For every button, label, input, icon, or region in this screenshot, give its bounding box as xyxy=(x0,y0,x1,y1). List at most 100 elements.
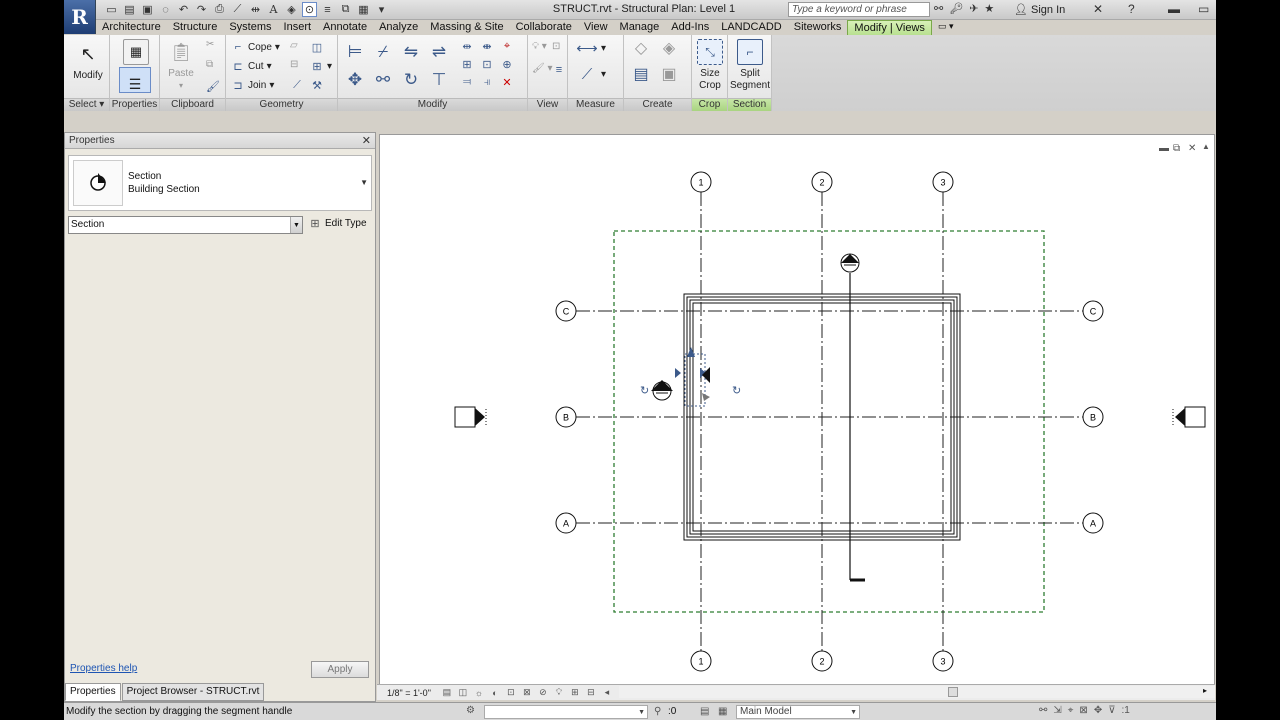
grid-bubble-left-A[interactable]: A xyxy=(555,512,577,534)
move-icon[interactable]: ✥ xyxy=(344,69,366,91)
grid-bubble-left-B[interactable]: B xyxy=(555,406,577,428)
match-properties-icon[interactable]: 🖌︎ xyxy=(206,79,220,93)
drag-elements-icon[interactable]: ✥ xyxy=(1094,705,1102,716)
copy-element-icon[interactable]: ⚯ xyxy=(372,69,394,91)
grid-bubble-right-A[interactable]: A xyxy=(1082,512,1104,534)
linework-icon[interactable]: ≡ xyxy=(552,63,566,77)
close-icon[interactable]: ✕ xyxy=(362,134,371,147)
offset-icon[interactable]: ⌿ xyxy=(372,41,394,63)
hammer-icon[interactable]: ⚒︎ xyxy=(310,78,324,92)
type-dropdown-icon[interactable]: ▼ xyxy=(360,178,368,187)
split-gap-icon[interactable]: ⇼ xyxy=(480,39,494,53)
select-by-face-icon[interactable]: ⊠ xyxy=(1079,705,1087,716)
filter-icon[interactable]: ⊽ xyxy=(1108,705,1115,716)
visual-style-icon[interactable]: ◫ xyxy=(457,687,469,698)
print-icon[interactable]: ⎙ xyxy=(212,2,227,17)
tab-architecture[interactable]: Architecture xyxy=(96,20,167,35)
pin-icon[interactable]: ⊕ xyxy=(500,57,514,71)
design-option-select[interactable]: Main Model ▼ xyxy=(736,705,860,719)
selected-section-marker[interactable]: ↻ ↻ xyxy=(640,347,741,407)
tab-modify-views[interactable]: Modify | Views xyxy=(847,20,932,35)
ribbon-minimize-toggle[interactable]: ▭ ▾ xyxy=(932,20,960,35)
unpin-icon[interactable]: ⌖ xyxy=(500,39,514,53)
apply-button[interactable]: Apply xyxy=(311,661,369,678)
tab-landcadd[interactable]: LANDCADD xyxy=(715,20,788,35)
help-icon[interactable]: ? xyxy=(1128,2,1135,16)
grid-bubble-bottom-1[interactable]: 1 xyxy=(690,650,712,672)
worksharing-icon[interactable]: ⊞ xyxy=(569,687,581,698)
design-options-icon[interactable]: ▦ xyxy=(718,706,727,717)
aligned-dimension-icon[interactable]: ⟋ ▾ xyxy=(576,66,606,83)
tab-siteworks[interactable]: Siteworks xyxy=(788,20,848,35)
measure-icon[interactable]: ⟋ xyxy=(230,2,245,17)
minimize-icon[interactable]: ▬ xyxy=(1168,2,1180,16)
demolish-icon[interactable]: ⟋ xyxy=(290,78,304,92)
tab-add-ins[interactable]: Add-Ins xyxy=(665,20,715,35)
size-crop-button[interactable]: ⤡ Size Crop xyxy=(694,39,726,92)
tab-manage[interactable]: Manage xyxy=(614,20,666,35)
mirror-draw-icon[interactable]: ⇌ xyxy=(428,41,450,63)
create-parts-icon[interactable]: ◈ xyxy=(658,40,680,57)
tab-annotate[interactable]: Annotate xyxy=(317,20,373,35)
paste-button[interactable]: 📋︎ Paste ▾ xyxy=(166,39,196,92)
cope-button[interactable]: ⌐ Cope ▾ xyxy=(231,40,280,54)
select-pinned-icon[interactable]: ⌖ xyxy=(1068,705,1074,716)
plan-view[interactable]: ▬ ⧉ ✕ ▲ 1 2 3 1 2 3 C B A C B A ↻ ↻ xyxy=(380,135,1214,685)
scroll-thumb[interactable] xyxy=(948,687,958,697)
tab-insert[interactable]: Insert xyxy=(278,20,318,35)
selection-filter-icon[interactable]: ⚲ xyxy=(654,706,661,717)
undo-icon[interactable]: ↶ xyxy=(176,2,191,17)
close-hidden-icon[interactable]: ⧉ xyxy=(338,2,353,17)
grid-bubble-bottom-3[interactable]: 3 xyxy=(932,650,954,672)
paint-icon[interactable]: ⊟ xyxy=(290,59,298,70)
communication-icon[interactable]: ✈︎ xyxy=(969,2,978,15)
wall-joins-icon[interactable]: ▱ xyxy=(290,40,298,51)
grid-bubble-top-1[interactable]: 1 xyxy=(690,171,712,193)
measure-between-icon[interactable]: ⟷ ▾ xyxy=(576,40,606,57)
tab-systems[interactable]: Systems xyxy=(223,20,277,35)
tab-analyze[interactable]: Analyze xyxy=(373,20,424,35)
select-underlay-icon[interactable]: ⇲ xyxy=(1053,705,1061,716)
tab-view[interactable]: View xyxy=(578,20,614,35)
modify-button[interactable]: ↖ Modify xyxy=(70,41,106,82)
thin-lines-icon[interactable]: ≡ xyxy=(320,2,335,17)
section-tool-icon[interactable]: ⊙ xyxy=(302,2,317,17)
crop-view-icon[interactable]: ⊡ xyxy=(505,687,517,698)
trim-extend-icon[interactable]: ⊤ xyxy=(428,69,450,91)
create-similar-icon[interactable]: ▣ xyxy=(658,66,680,83)
edit-type-button[interactable]: ⊞ Edit Type xyxy=(308,216,366,230)
create-assembly-icon[interactable]: ◇ xyxy=(630,40,652,57)
copy-icon[interactable]: ⧉ xyxy=(206,59,213,70)
create-group-icon[interactable]: ▤ xyxy=(630,66,652,83)
tab-massing-site[interactable]: Massing & Site xyxy=(424,20,509,35)
analytical-model-icon[interactable]: ⊟ xyxy=(585,687,597,698)
hide-in-view-icon[interactable]: 💡︎ ▾ xyxy=(532,41,547,52)
trim-multiple-icon[interactable]: ⫤ xyxy=(460,75,474,89)
grid-bubble-top-2[interactable]: 2 xyxy=(811,171,833,193)
split-element-icon[interactable]: ⇹ xyxy=(460,39,474,53)
open-folder-icon[interactable]: ▤ xyxy=(122,2,137,17)
join-button[interactable]: ⊐ Join ▾ xyxy=(231,78,274,92)
sun-path-icon[interactable]: ☼ xyxy=(473,687,485,698)
exchange-icon[interactable]: ✕ xyxy=(1093,2,1103,16)
sign-in-button[interactable]: 👤︎ Sign In xyxy=(1014,3,1065,16)
grid-bubble-bottom-2[interactable]: 2 xyxy=(811,650,833,672)
override-graphics-icon[interactable]: 🖌︎ ▾ xyxy=(532,63,553,74)
properties-button[interactable]: ☰ xyxy=(119,67,151,93)
type-selector[interactable]: Section Building Section ▼ xyxy=(68,155,372,211)
application-menu-button[interactable]: R xyxy=(64,0,96,34)
properties-help-link[interactable]: Properties help xyxy=(70,663,137,674)
tab-structure[interactable]: Structure xyxy=(167,20,224,35)
cut-clipboard-icon[interactable]: ✂ xyxy=(206,39,214,50)
detail-level-icon[interactable]: ▤ xyxy=(441,687,453,698)
workset-icon[interactable]: ⚙︎ xyxy=(466,705,475,716)
delete-icon[interactable]: ✕ xyxy=(500,75,514,89)
switch-windows-icon[interactable]: ▦ xyxy=(356,2,371,17)
tab-project-browser[interactable]: Project Browser - STRUCT.rvt xyxy=(121,683,265,701)
view-tool-1-icon[interactable]: ⊡ xyxy=(552,41,560,52)
grid-bubble-top-3[interactable]: 3 xyxy=(932,171,954,193)
trim-single-icon[interactable]: ⫣ xyxy=(480,75,494,89)
type-properties-button[interactable]: ▦ xyxy=(121,39,151,68)
search-input[interactable]: Type a keyword or phrase xyxy=(788,2,930,17)
shadows-icon[interactable]: ◐ xyxy=(489,687,501,698)
